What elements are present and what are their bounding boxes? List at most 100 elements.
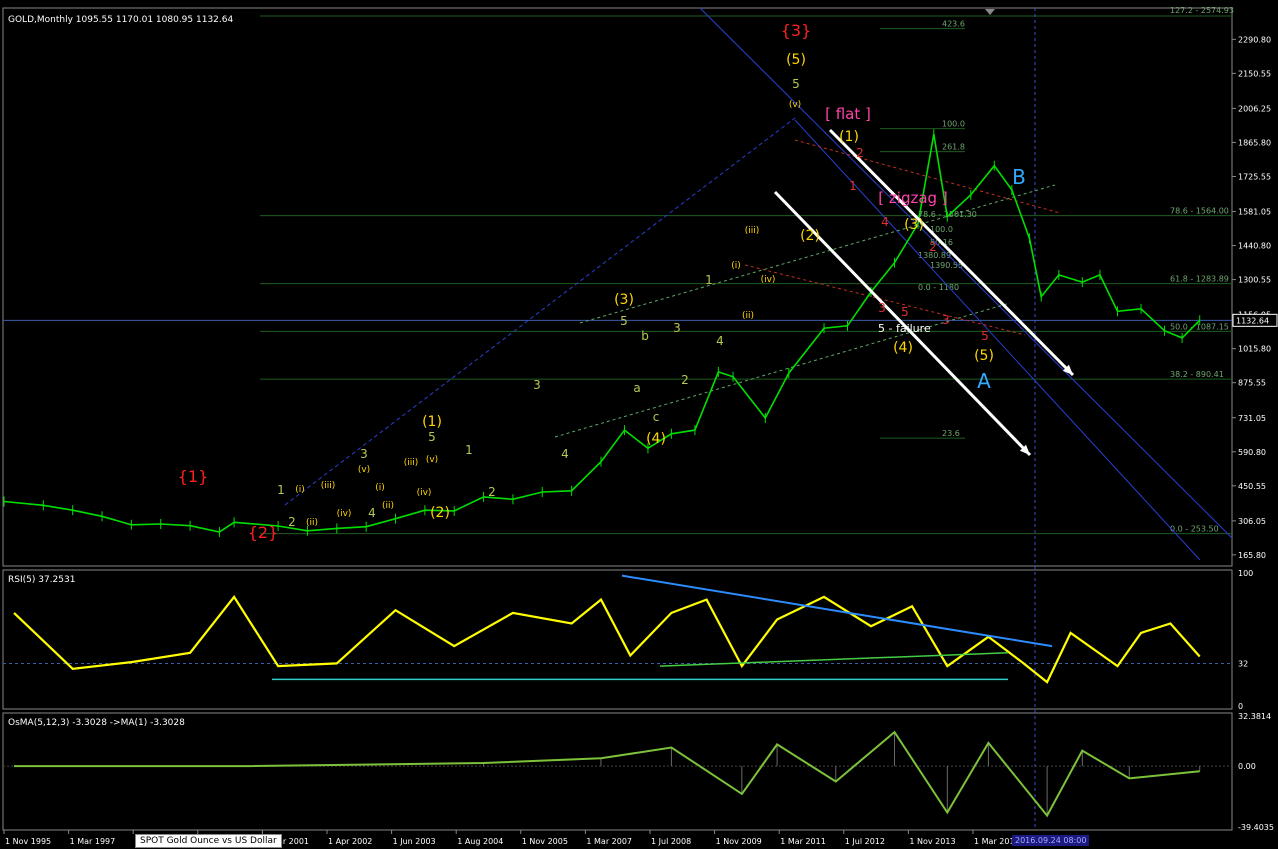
wave-label-intermediate: (2) [800,228,820,244]
wave-label-minor: b [641,329,649,343]
wave-label-roman: (iv) [337,509,352,519]
fib-level-label: 0.0 - 253.50 [1170,525,1219,534]
wave-label-sub: 3 [878,301,886,315]
price-axis-label: 590.80 [1238,448,1266,457]
wave-label-roman: (i) [295,485,305,495]
fib-level-label: 0.0 - 1180 [918,283,959,292]
wave-label-roman: (v) [358,465,370,475]
cursor-date-label: 2016.09.24 08:00 [1012,835,1090,846]
wave-label-sub: 1 [849,179,857,193]
time-axis-label: 1 Jul 2008 [651,837,691,846]
fib-level-label: 23.6 [942,429,960,438]
wave-label-sub: 2 [856,146,864,160]
wave-label-roman: (ii) [306,518,318,528]
time-axis-label: 1 Jul 2012 [845,837,885,846]
price-axis-label: 1015.80 [1238,345,1271,354]
time-axis-label: 1 Apr 2002 [328,837,372,846]
wave-label-minor: 4 [561,447,569,461]
wave-label-roman: (i) [731,261,741,271]
time-axis-label: 1 Aug 2004 [457,837,503,846]
wave-label-roman: (v) [789,100,801,110]
pattern-label: [ zigzag ] [878,189,947,207]
wave-label-roman: (iii) [745,226,760,236]
correction-label: A [977,369,991,393]
wave-label-minor: 3 [533,378,541,392]
price-axis-label: 1865.80 [1238,138,1271,147]
wave-label-major: {1} [178,467,209,486]
trading-chart[interactable]: 2290.80 2150.55 2006.25 1865.80 1725.55 1581.… [0,0,1278,849]
rsi-axis-label: 32 [1238,659,1248,668]
time-axis-label: 1 Nov 2005 [522,837,568,846]
rsi-header: RSI(5) 37.2531 [8,575,75,585]
fib-level-label: 423.6 [942,20,965,29]
wave-label-minor: 1 [705,273,713,287]
wave-label-minor: 2 [288,515,296,529]
wave-label-minor: c [653,410,660,424]
wave-label-minor: 2 [488,485,496,499]
wave-label-minor: 2 [681,373,689,387]
wave-label-sub: 2 [929,240,937,254]
osma-axis-label: 32.3814 [1238,712,1271,721]
wave-label-sub: 4 [881,215,889,229]
wave-label-intermediate: (1) [422,414,442,430]
wave-label-minor: 1 [465,443,473,457]
correction-label: B [1012,165,1026,189]
price-axis-label: 1300.55 [1238,276,1271,285]
wave-label-minor: 5 [620,314,628,328]
fib-level-label: 127.2 - 2574.93 [1170,6,1234,15]
wave-label-major: {3} [781,21,812,40]
wave-label-minor: 4 [368,506,376,520]
price-axis-label: 165.80 [1238,551,1266,560]
price-axis-label: 731.05 [1238,414,1266,423]
wave-label-roman: (v) [426,455,438,465]
wave-note: 5 - failure [878,322,931,335]
wave-label-roman: (ii) [742,311,754,321]
wave-label-roman: (i) [375,483,385,493]
price-axis-label: 1440.80 [1238,242,1271,251]
time-axis-label: 1 Nov 1995 [5,837,51,846]
wave-label-roman: (iv) [761,275,776,285]
wave-label-intermediate: (4) [893,340,913,356]
time-axis-label: 1 Mar 1997 [70,837,116,846]
wave-label-roman: (iv) [417,488,432,498]
symbol-tooltip: SPOT Gold Ounce vs US Dollar [135,834,282,848]
wave-label-sub: 3 [942,313,950,327]
wave-label-sub: 5 [981,329,989,343]
pattern-label: [ flat ] [825,105,871,123]
wave-label-intermediate: (5) [786,52,806,68]
fib-level-label: 261.8 [942,143,965,152]
wave-label-intermediate: (2) [430,505,450,521]
chart-header: GOLD,Monthly 1095.55 1170.01 1080.95 113… [8,15,233,25]
wave-label-minor: 5 [792,77,800,91]
osma-axis-label: -39.4035 [1238,823,1274,832]
price-axis-label: 306.05 [1238,517,1266,526]
wave-label-minor: 3 [673,321,681,335]
price-axis-label: 450.55 [1238,482,1266,491]
wave-label-major: {2} [248,523,279,542]
time-axis-label: 1 Nov 2013 [909,837,955,846]
wave-label-intermediate: (4) [646,431,666,447]
price-axis-label: 2006.25 [1238,104,1271,113]
wave-label-minor: 5 [428,430,436,444]
osma-header: OsMA(5,12,3) -3.3028 ->MA(1) -3.3028 [8,718,185,728]
wave-label-intermediate: (3) [614,292,634,308]
time-axis-label: 1 Mar 2007 [586,837,632,846]
price-axis-label: 2290.80 [1238,35,1271,44]
current-price-label: 1132.64 [1236,316,1269,325]
time-axis-label: 1 Jun 2003 [393,837,436,846]
wave-label-roman: (ii) [382,501,394,511]
wave-label-intermediate: (5) [974,348,994,364]
wave-label-minor: a [633,381,640,395]
fib-level-label: 61.8 - 1283.89 [1170,275,1229,284]
wave-label-minor: 1 [277,483,285,497]
rsi-axis-label: 0 [1238,702,1243,711]
price-axis-label: 1725.55 [1238,172,1271,181]
price-axis-label: 1581.05 [1238,208,1271,217]
wave-label-roman: (iii) [404,458,419,468]
wave-label-intermediate: (1) [839,129,859,145]
time-axis-label: 1 Mar 2011 [780,837,826,846]
price-axis-label: 875.55 [1238,379,1266,388]
time-axis-label: 1 Nov 2009 [716,837,762,846]
wave-label-intermediate: (3) [904,217,924,233]
osma-axis-label: 0.00 [1238,762,1256,771]
